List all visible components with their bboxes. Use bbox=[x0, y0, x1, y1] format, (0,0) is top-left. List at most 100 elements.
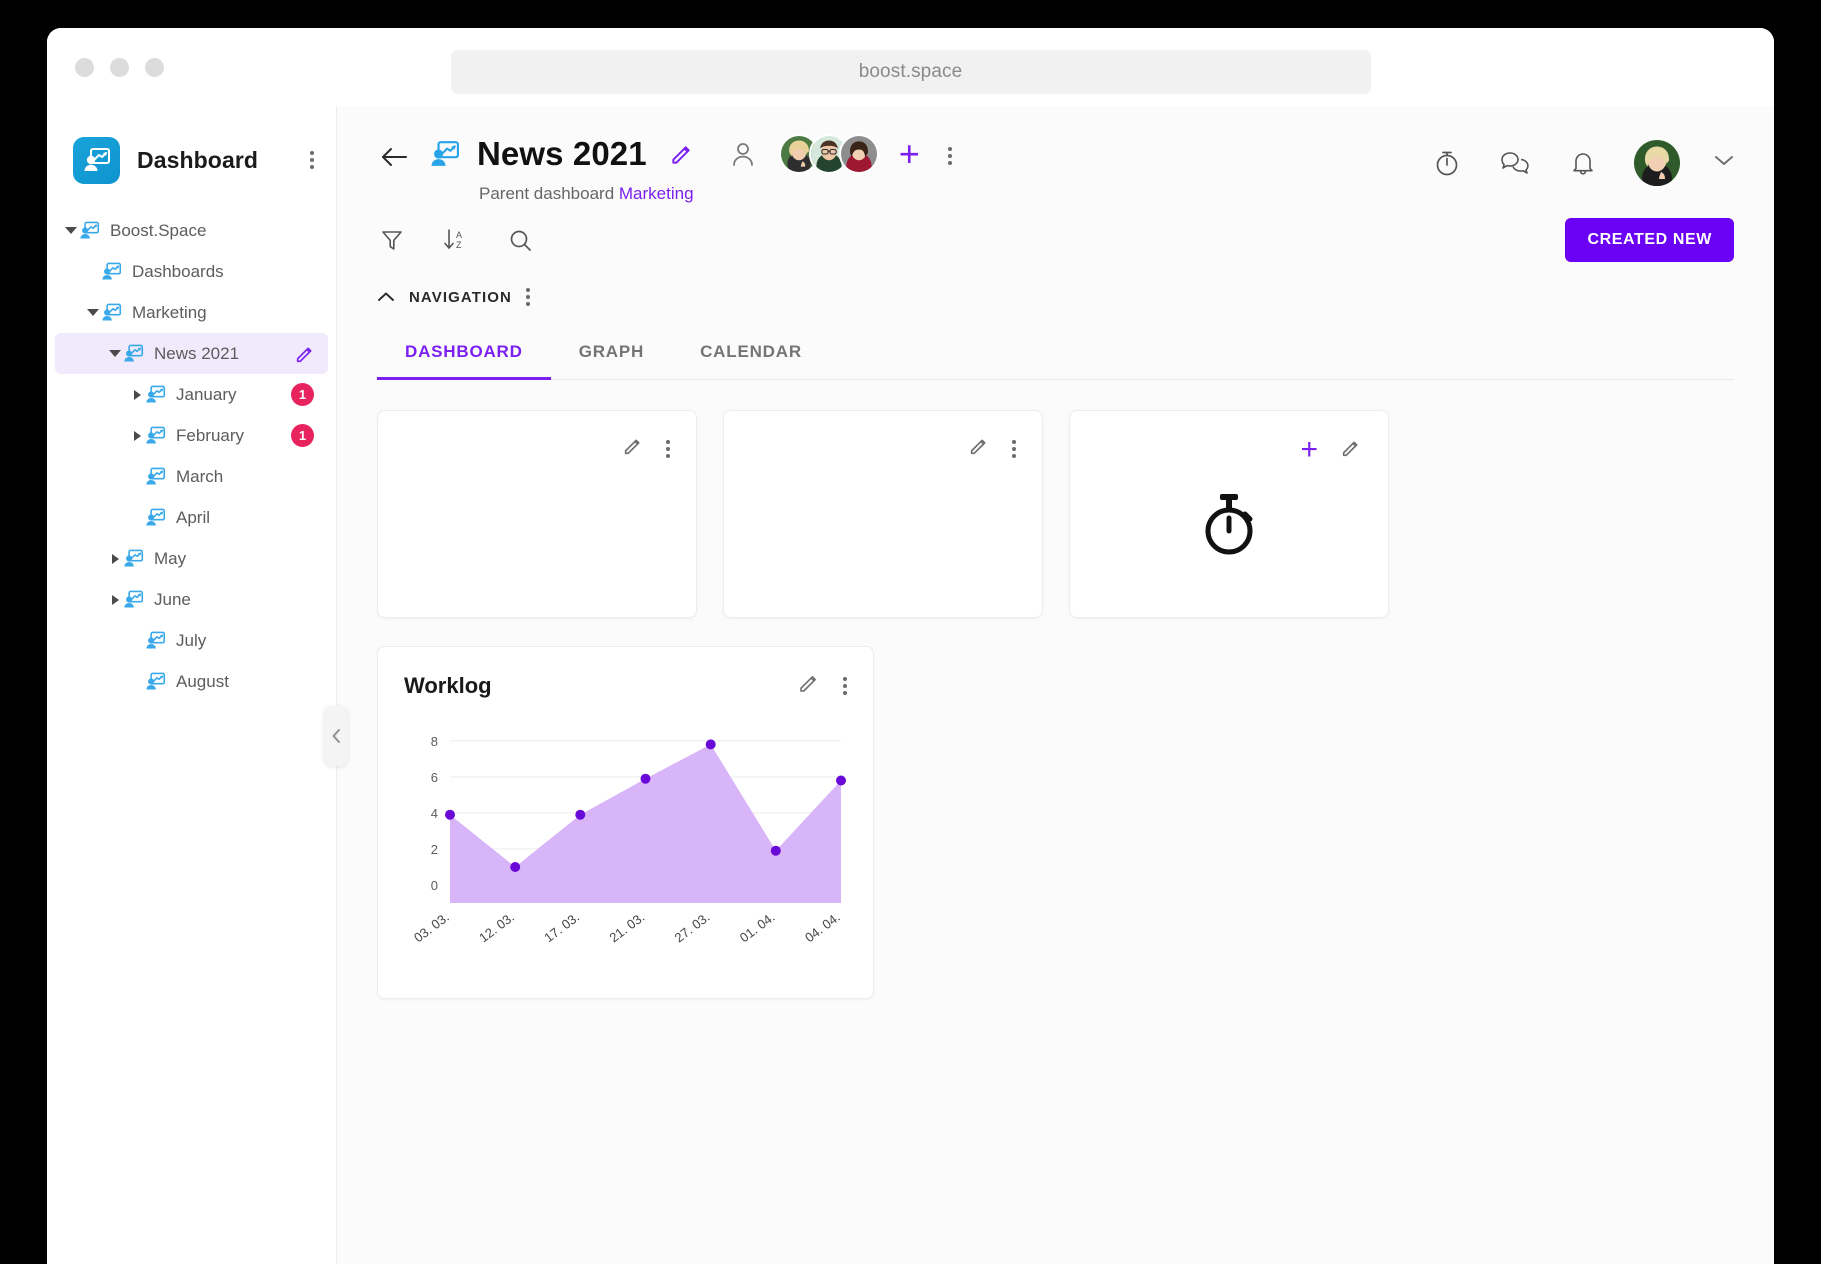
caret-down-icon[interactable] bbox=[85, 309, 101, 316]
navigation-section-header[interactable]: NAVIGATION bbox=[337, 262, 1774, 306]
dashboard-icon bbox=[145, 631, 166, 650]
caret-right-icon[interactable] bbox=[107, 595, 123, 605]
navigation-menu-button[interactable] bbox=[526, 288, 530, 306]
dashboard-icon bbox=[123, 344, 144, 363]
screen-root: boost.space Dashboard bbox=[0, 0, 1821, 1264]
dashboard-icon bbox=[123, 344, 145, 364]
widget-menu-button[interactable] bbox=[1012, 440, 1016, 458]
created-new-button[interactable]: CREATED NEW bbox=[1565, 218, 1734, 262]
pencil-icon bbox=[294, 343, 316, 365]
chevron-down-icon bbox=[1714, 154, 1734, 167]
sidebar-brand[interactable]: Dashboard bbox=[47, 132, 336, 188]
sidebar-item-february[interactable]: February1 bbox=[55, 415, 328, 456]
tab-graph[interactable]: GRAPH bbox=[551, 332, 672, 379]
tab-calendar[interactable]: CALENDAR bbox=[672, 332, 830, 379]
pencil-icon bbox=[669, 141, 695, 167]
add-worklog-button[interactable]: + bbox=[1300, 435, 1318, 465]
add-member-button[interactable]: + bbox=[899, 136, 920, 172]
sidebar-item-march[interactable]: March bbox=[55, 456, 328, 497]
search-icon bbox=[508, 228, 533, 253]
edit-item-button[interactable] bbox=[294, 343, 316, 365]
x-axis-tick-label: 03. 03. bbox=[411, 909, 452, 945]
caret-down-icon[interactable] bbox=[107, 350, 123, 357]
svg-text:2: 2 bbox=[431, 842, 438, 857]
sidebar-item-label: May bbox=[154, 549, 186, 569]
maximize-button[interactable] bbox=[145, 58, 164, 77]
breadcrumb-parent-link[interactable]: Marketing bbox=[619, 184, 694, 203]
svg-text:0: 0 bbox=[431, 878, 438, 893]
pencil-icon bbox=[622, 435, 644, 457]
browser-window: boost.space Dashboard bbox=[47, 28, 1774, 1264]
dashboard-icon bbox=[145, 672, 166, 691]
dashboard-icon bbox=[429, 139, 463, 169]
edit-title-button[interactable] bbox=[669, 141, 695, 167]
sidebar-item-boost-space[interactable]: Boost.Space bbox=[55, 210, 328, 251]
back-arrow-icon bbox=[380, 147, 408, 167]
worklog-chart-card: Worklog 02468 bbox=[377, 646, 874, 999]
dashboard-icon bbox=[145, 385, 167, 405]
dashboard-icon bbox=[101, 303, 122, 322]
edit-widget-button[interactable] bbox=[622, 435, 644, 462]
bell-icon bbox=[1570, 149, 1596, 177]
sidebar-collapse-button[interactable] bbox=[324, 706, 348, 766]
page-menu-button[interactable] bbox=[948, 147, 952, 165]
back-button[interactable] bbox=[377, 140, 411, 174]
dashboard-icon bbox=[145, 672, 167, 692]
url-bar[interactable]: boost.space bbox=[451, 50, 1371, 94]
worklog-area-chart: 02468 03. 03.12. 03.17. 03.21. 03.27. 03… bbox=[404, 718, 847, 988]
members-button[interactable] bbox=[731, 141, 755, 167]
pencil-icon bbox=[1340, 437, 1362, 459]
widget-menu-button[interactable] bbox=[666, 440, 670, 458]
search-button[interactable] bbox=[505, 225, 535, 255]
sidebar-item-label: January bbox=[176, 385, 236, 405]
sidebar-item-april[interactable]: April bbox=[55, 497, 328, 538]
dashboard-icon bbox=[123, 590, 145, 610]
sort-button[interactable]: A Z bbox=[441, 225, 471, 255]
chart-menu-button[interactable] bbox=[843, 677, 847, 695]
avatar-current-user[interactable] bbox=[1634, 140, 1680, 186]
chart-card-header: Worklog bbox=[404, 671, 847, 700]
sidebar-item-june[interactable]: June bbox=[55, 579, 328, 620]
sidebar-item-dashboards[interactable]: Dashboards bbox=[55, 251, 328, 292]
chat-button[interactable] bbox=[1498, 146, 1532, 180]
caret-right-icon[interactable] bbox=[107, 554, 123, 564]
tab-dashboard[interactable]: DASHBOARD bbox=[377, 332, 551, 379]
caret-right-icon[interactable] bbox=[129, 390, 145, 400]
sidebar-item-may[interactable]: May bbox=[55, 538, 328, 579]
sidebar-item-july[interactable]: July bbox=[55, 620, 328, 661]
sidebar-item-january[interactable]: January1 bbox=[55, 374, 328, 415]
page-title-block: News 2021 bbox=[429, 134, 952, 204]
sidebar-item-label: February bbox=[176, 426, 244, 446]
pencil-icon bbox=[797, 671, 821, 695]
widget-card-header: + bbox=[1096, 435, 1362, 465]
caret-down-icon[interactable] bbox=[63, 227, 79, 234]
edit-widget-button[interactable] bbox=[1340, 437, 1362, 464]
sidebar-menu-button[interactable] bbox=[310, 151, 314, 169]
window-controls[interactable] bbox=[75, 58, 164, 77]
edit-widget-button[interactable] bbox=[968, 435, 990, 462]
dashboard-icon bbox=[101, 262, 122, 281]
x-axis-tick-label: 17. 03. bbox=[541, 909, 582, 945]
close-button[interactable] bbox=[75, 58, 94, 77]
user-menu-button[interactable] bbox=[1714, 154, 1734, 172]
filter-button[interactable] bbox=[377, 225, 407, 255]
navigation-collapse-icon[interactable] bbox=[377, 291, 395, 303]
widget-card-header bbox=[404, 435, 670, 462]
sidebar-item-marketing[interactable]: Marketing bbox=[55, 292, 328, 333]
toolbar: A Z CREATED NEW bbox=[337, 204, 1774, 262]
timer-button[interactable] bbox=[1430, 146, 1464, 180]
caret-right-icon[interactable] bbox=[129, 431, 145, 441]
chat-icon bbox=[1500, 150, 1530, 176]
edit-chart-button[interactable] bbox=[797, 671, 821, 700]
dashboard-icon bbox=[145, 631, 167, 651]
sidebar-brand-title: Dashboard bbox=[137, 147, 258, 174]
sidebar-item-label: News 2021 bbox=[154, 344, 239, 364]
avatar-member-3[interactable] bbox=[839, 134, 879, 174]
sidebar-tree: Boost.Space Dashboards Marketing News 20… bbox=[47, 210, 336, 702]
avatar-group[interactable] bbox=[779, 134, 879, 174]
sidebar-item-news-2021[interactable]: News 2021 bbox=[55, 333, 328, 374]
dashboard-icon bbox=[145, 467, 166, 486]
notifications-button[interactable] bbox=[1566, 146, 1600, 180]
minimize-button[interactable] bbox=[110, 58, 129, 77]
sidebar-item-august[interactable]: August bbox=[55, 661, 328, 702]
